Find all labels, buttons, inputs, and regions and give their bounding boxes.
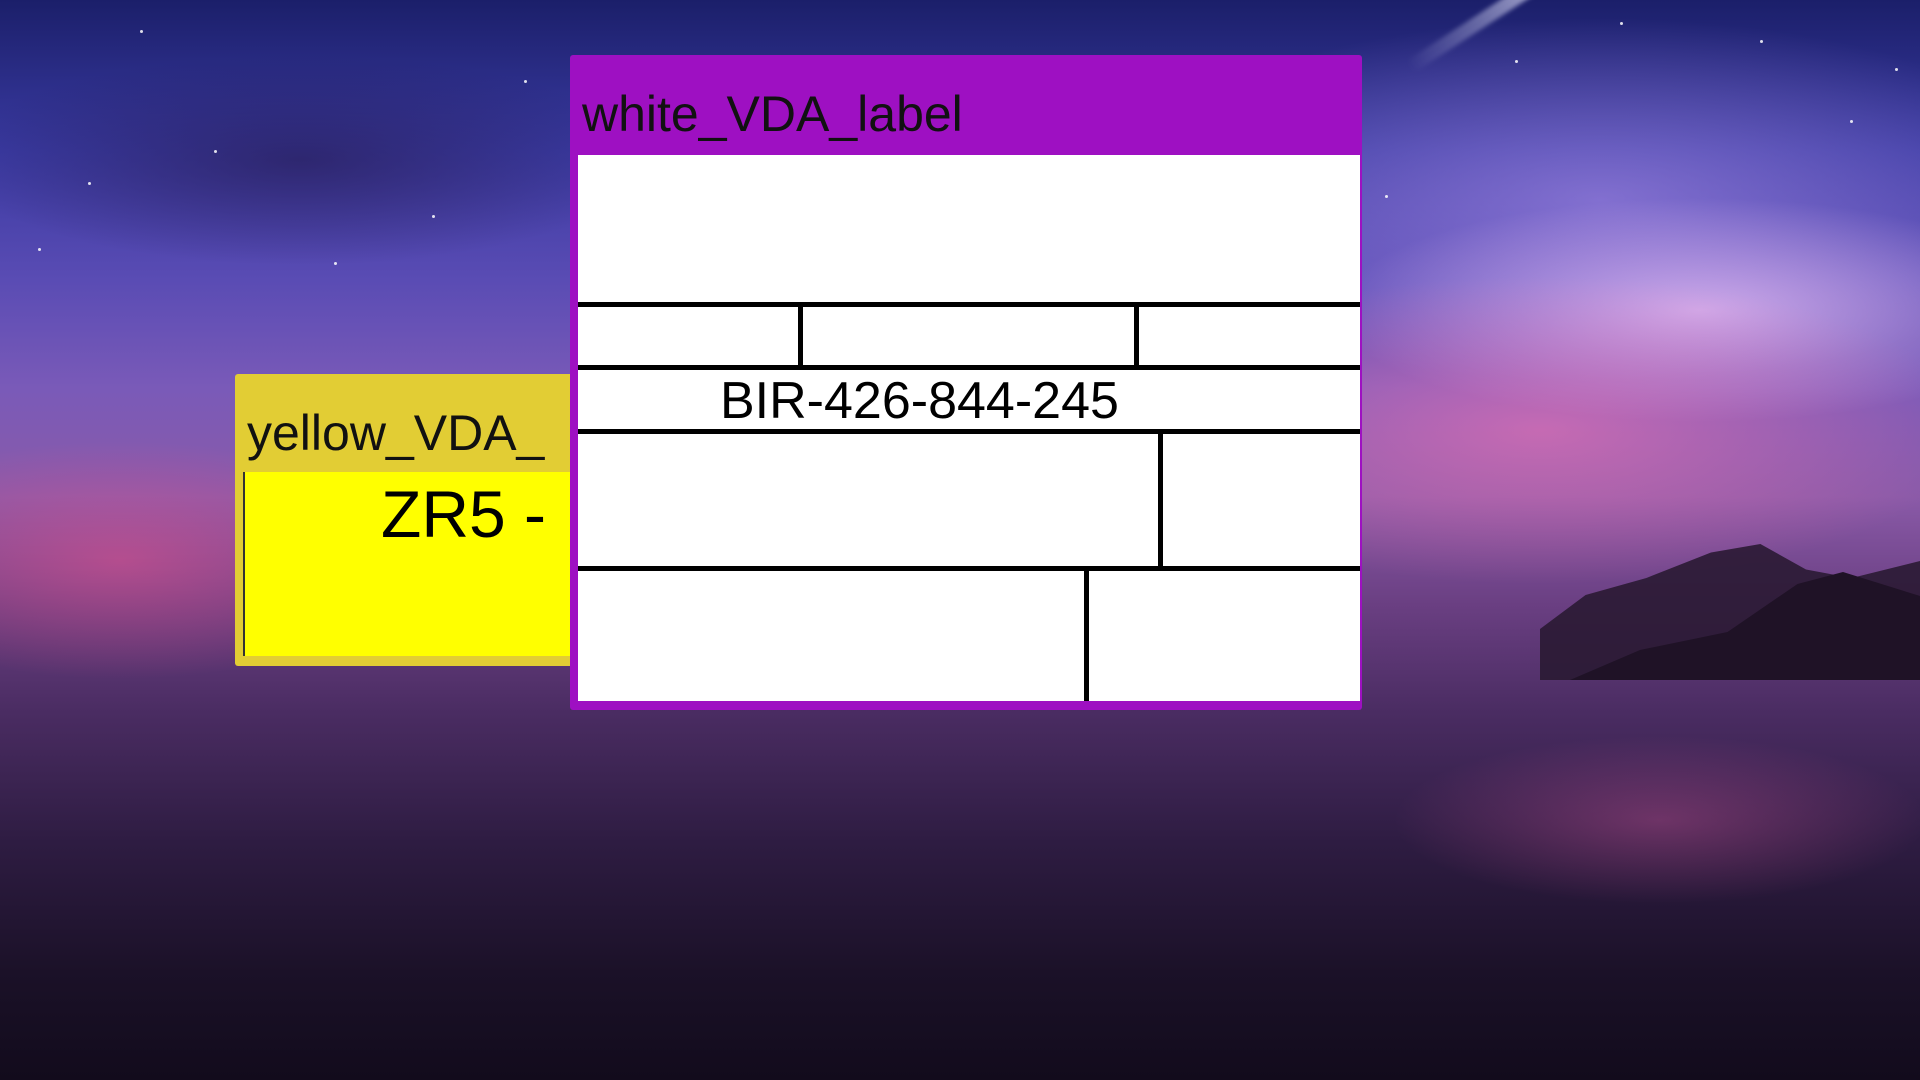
window-title: white_VDA_label — [582, 86, 963, 142]
star — [88, 182, 91, 185]
label-divider — [578, 365, 1360, 370]
label-divider — [798, 305, 803, 367]
label-divider — [578, 302, 1360, 307]
star — [214, 150, 217, 153]
label-code: BIR-426-844-245 — [720, 372, 1119, 430]
contrail — [1406, 0, 1683, 73]
label-code: ZR5 - — [381, 477, 546, 551]
star — [524, 80, 527, 83]
star — [1760, 40, 1763, 43]
star — [432, 215, 435, 218]
label-divider — [578, 566, 1360, 571]
label-divider — [1134, 305, 1139, 367]
star — [140, 30, 143, 33]
star — [38, 248, 41, 251]
label-body: BIR-426-844-245 — [578, 155, 1360, 701]
white-vda-window[interactable]: white_VDA_label BIR-426-844-245 — [570, 55, 1362, 710]
desktop-background: yellow_VDA_ ZR5 - white_VDA_label BIR-42… — [0, 0, 1920, 1080]
label-divider — [1158, 432, 1163, 568]
star — [1895, 68, 1898, 71]
label-divider — [1084, 569, 1089, 701]
star — [1515, 60, 1518, 63]
window-title: yellow_VDA_ — [247, 405, 545, 461]
star — [1385, 195, 1388, 198]
star — [1620, 22, 1623, 25]
star — [1850, 120, 1853, 123]
star — [334, 262, 337, 265]
